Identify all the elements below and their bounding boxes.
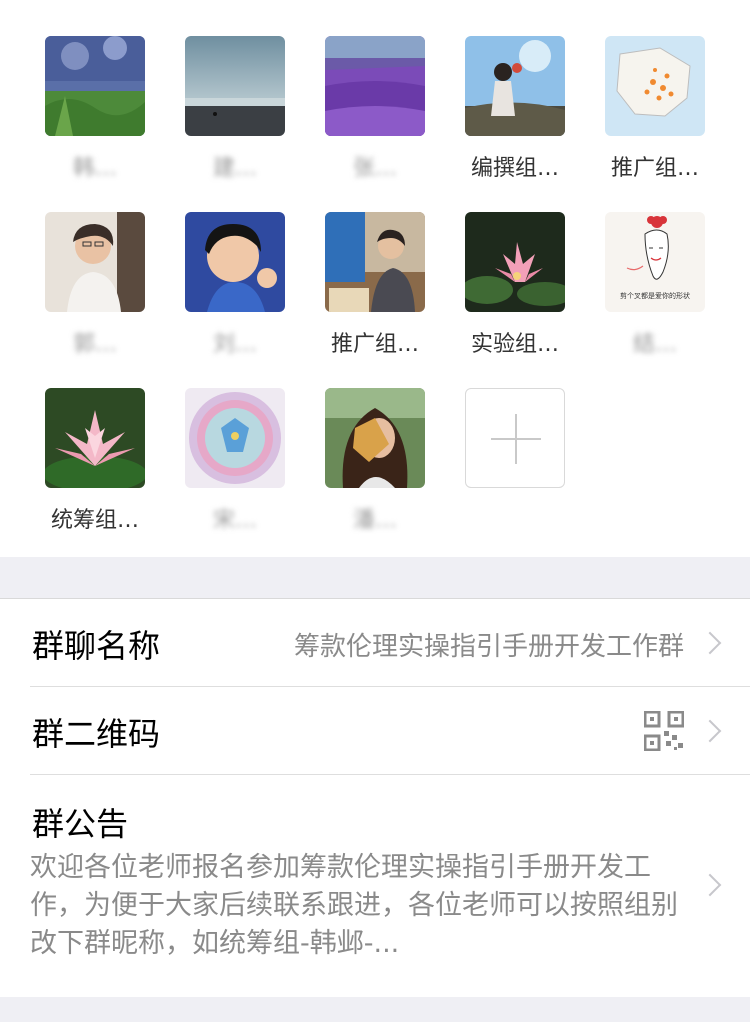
member-avatar[interactable] xyxy=(185,212,285,312)
member-item[interactable]: 潘… xyxy=(305,388,445,538)
qr-code-icon xyxy=(644,711,684,751)
member-item[interactable]: 统筹组… xyxy=(25,388,165,538)
member-name: 郭… xyxy=(72,332,117,357)
member-avatar[interactable] xyxy=(325,212,425,312)
member-avatar[interactable] xyxy=(45,36,145,136)
member-avatar[interactable] xyxy=(325,388,425,488)
member-avatar[interactable] xyxy=(45,388,145,488)
group-settings-list: 群聊名称 筹款伦理实操指引手册开发工作群 群二维码 群公告 欢迎各位老师报名参加… xyxy=(0,598,750,997)
member-grid: 韩… 建… 张… 编撰组… 推广组… 郭… 刘… 推广组… 实验组… 剪个叉都是… xyxy=(0,0,750,557)
add-member-item[interactable] xyxy=(445,388,585,538)
member-item[interactable]: 韩… xyxy=(25,36,165,186)
group-announcement-text: 欢迎各位老师报名参加筹款伦理实操指引手册开发工作，为便于大家后续联系跟进，各位老… xyxy=(30,852,678,959)
member-item[interactable]: 剪个叉都是爱你的形状 结… xyxy=(585,212,725,362)
member-avatar[interactable] xyxy=(465,36,565,136)
chevron-right-icon xyxy=(698,873,722,897)
chevron-right-icon xyxy=(698,631,722,655)
group-announcement-label: 群公告 xyxy=(32,805,129,843)
member-avatar[interactable] xyxy=(185,36,285,136)
member-avatar[interactable] xyxy=(325,36,425,136)
member-item[interactable]: 郭… xyxy=(25,212,165,362)
member-name: 韩… xyxy=(72,156,117,181)
member-avatar[interactable] xyxy=(185,388,285,488)
group-name-value: 筹款伦理实操指引手册开发工作群 xyxy=(293,632,684,662)
member-avatar[interactable] xyxy=(605,36,705,136)
member-avatar[interactable]: 剪个叉都是爱你的形状 xyxy=(605,212,705,312)
member-name: 推广组… xyxy=(610,156,699,181)
member-name: 潘… xyxy=(352,508,397,533)
member-item[interactable]: 实验组… xyxy=(445,212,585,362)
member-name: 编撰组… xyxy=(470,156,559,181)
group-qr-label: 群二维码 xyxy=(32,715,161,753)
member-avatar[interactable] xyxy=(465,212,565,312)
member-item[interactable]: 推广组… xyxy=(585,36,725,186)
member-name: 刘… xyxy=(212,332,257,357)
member-item[interactable]: 编撰组… xyxy=(445,36,585,186)
group-name-label: 群聊名称 xyxy=(32,627,161,665)
member-avatar[interactable] xyxy=(45,212,145,312)
member-name: 实验组… xyxy=(470,332,559,357)
member-item[interactable]: 宋… xyxy=(165,388,305,538)
member-name: 推广组… xyxy=(330,332,419,357)
member-name: 张… xyxy=(352,156,397,181)
plus-icon[interactable] xyxy=(465,388,565,488)
member-name: 结… xyxy=(632,332,677,357)
member-name: 统筹组… xyxy=(50,508,139,533)
member-name: 宋… xyxy=(212,508,257,533)
member-item[interactable]: 建… xyxy=(165,36,305,186)
member-item[interactable]: 张… xyxy=(305,36,445,186)
member-item[interactable]: 刘… xyxy=(165,212,305,362)
group-qr-row[interactable]: 群二维码 xyxy=(0,687,750,774)
member-name: 建… xyxy=(212,156,257,181)
chevron-right-icon xyxy=(698,719,722,743)
group-announcement-row[interactable]: 群公告 欢迎各位老师报名参加筹款伦理实操指引手册开发工作，为便于大家后续联系跟进… xyxy=(0,775,750,997)
member-item[interactable]: 推广组… xyxy=(305,212,445,362)
group-name-row[interactable]: 群聊名称 筹款伦理实操指引手册开发工作群 xyxy=(0,599,750,686)
avatar-caption: 剪个叉都是爱你的形状 xyxy=(620,291,690,300)
